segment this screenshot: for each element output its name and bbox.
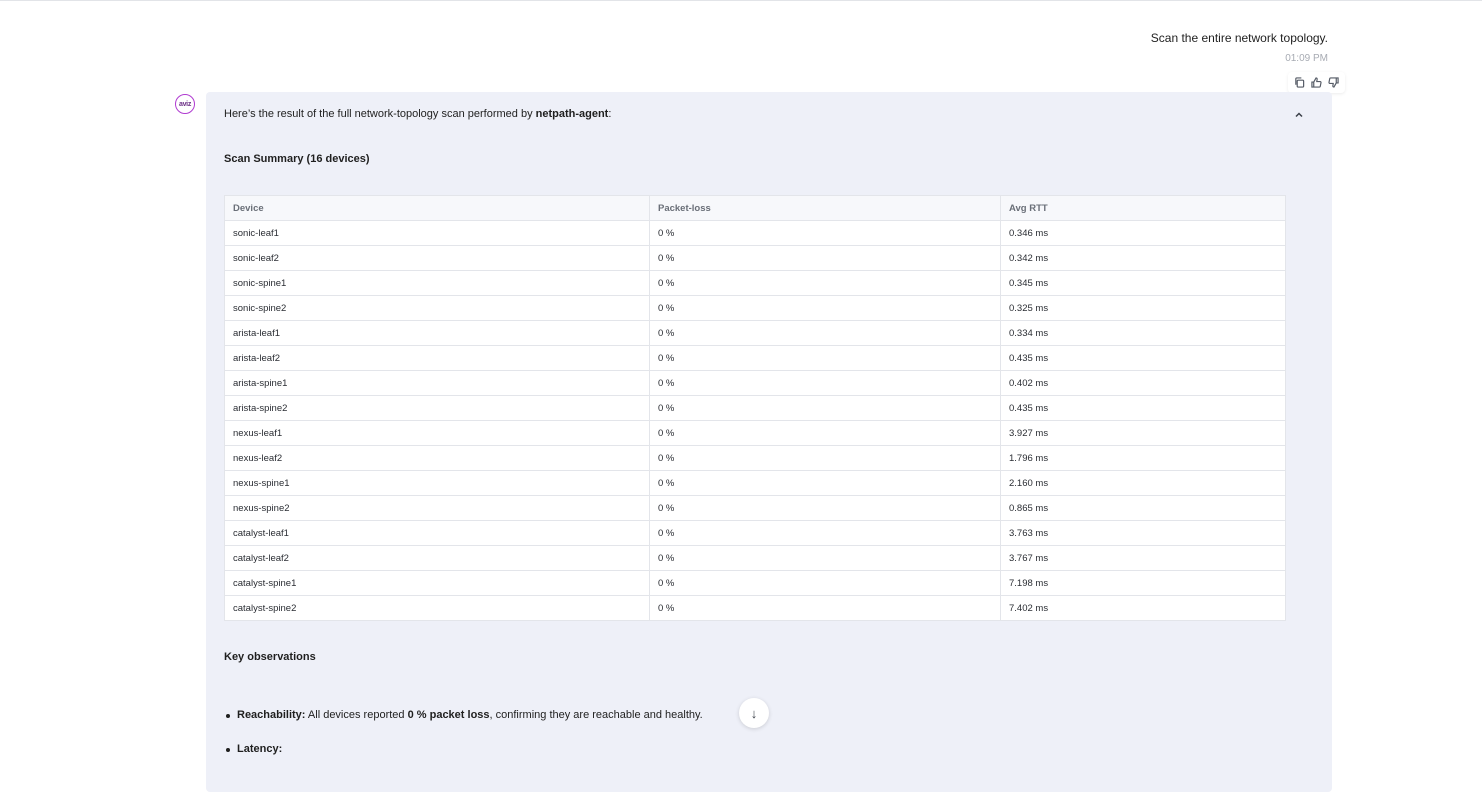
observation-label: Latency:	[237, 743, 283, 755]
cell-device: nexus-leaf1	[224, 420, 650, 446]
cell-packet-loss: 0 %	[649, 520, 1001, 546]
cell-device: catalyst-spine2	[224, 595, 650, 621]
cell-avg-rtt: 0.402 ms	[1000, 370, 1286, 396]
observation-highlight: 0 % packet loss	[407, 709, 490, 721]
cell-device: arista-spine2	[224, 395, 650, 421]
copy-icon	[1295, 77, 1305, 88]
table-row: nexus-leaf2 0 % 1.796 ms	[224, 445, 1286, 471]
table-row: arista-leaf2 0 % 0.435 ms	[224, 345, 1286, 371]
arrow-down-icon: ↓	[750, 705, 758, 721]
cell-device: sonic-leaf1	[224, 220, 650, 246]
cell-device: sonic-spine2	[224, 295, 650, 321]
cell-avg-rtt: 0.865 ms	[1000, 495, 1286, 521]
cell-packet-loss: 0 %	[649, 270, 1001, 296]
cell-packet-loss: 0 %	[649, 495, 1001, 521]
cell-device: nexus-leaf2	[224, 445, 650, 471]
table-row: nexus-spine2 0 % 0.865 ms	[224, 495, 1286, 521]
observation-label: Reachability:	[237, 709, 306, 721]
message-actions	[1288, 72, 1345, 93]
cell-avg-rtt: 0.342 ms	[1000, 245, 1286, 271]
cell-avg-rtt: 0.346 ms	[1000, 220, 1286, 246]
cell-avg-rtt: 0.325 ms	[1000, 295, 1286, 321]
cell-packet-loss: 0 %	[649, 420, 1001, 446]
copy-button[interactable]	[1291, 74, 1308, 91]
table-row: sonic-spine2 0 % 0.325 ms	[224, 295, 1286, 321]
table-row: arista-leaf1 0 % 0.334 ms	[224, 320, 1286, 346]
top-divider	[0, 0, 1482, 1]
scroll-down-button[interactable]: ↓	[739, 698, 769, 728]
table-row: nexus-leaf1 0 % 3.927 ms	[224, 420, 1286, 446]
table-row: catalyst-spine1 0 % 7.198 ms	[224, 570, 1286, 596]
cell-packet-loss: 0 %	[649, 395, 1001, 421]
cell-avg-rtt: 0.345 ms	[1000, 270, 1286, 296]
cell-device: sonic-spine1	[224, 270, 650, 296]
header-device: Device	[224, 195, 650, 221]
table-header-row: Device Packet-loss Avg RTT	[224, 195, 1286, 221]
scan-summary-table: Device Packet-loss Avg RTT sonic-leaf1 0 …	[224, 195, 1286, 621]
cell-avg-rtt: 7.198 ms	[1000, 570, 1286, 596]
header-avg-rtt: Avg RTT	[1000, 195, 1286, 221]
cell-avg-rtt: 0.334 ms	[1000, 320, 1286, 346]
dislike-button[interactable]	[1325, 74, 1342, 91]
like-button[interactable]	[1308, 74, 1325, 91]
cell-device: catalyst-leaf1	[224, 520, 650, 546]
cell-device: catalyst-spine1	[224, 570, 650, 596]
cell-avg-rtt: 7.402 ms	[1000, 595, 1286, 621]
observation-item: Latency:	[224, 742, 703, 756]
thumbs-down-icon	[1328, 77, 1339, 88]
table-row: sonic-spine1 0 % 0.345 ms	[224, 270, 1286, 296]
observations-list: Reachability: All devices reported 0 % p…	[224, 708, 703, 776]
cell-packet-loss: 0 %	[649, 220, 1001, 246]
chevron-up-icon	[1295, 112, 1303, 118]
cell-packet-loss: 0 %	[649, 245, 1001, 271]
cell-packet-loss: 0 %	[649, 295, 1001, 321]
cell-avg-rtt: 3.763 ms	[1000, 520, 1286, 546]
message-timestamp: 01:09 PM	[1285, 53, 1328, 64]
header-packet-loss: Packet-loss	[649, 195, 1001, 221]
cell-packet-loss: 0 %	[649, 320, 1001, 346]
cell-packet-loss: 0 %	[649, 570, 1001, 596]
table-row: nexus-spine1 0 % 2.160 ms	[224, 470, 1286, 496]
cell-packet-loss: 0 %	[649, 595, 1001, 621]
cell-packet-loss: 0 %	[649, 445, 1001, 471]
table-row: sonic-leaf2 0 % 0.342 ms	[224, 245, 1286, 271]
cell-device: arista-leaf2	[224, 345, 650, 371]
scan-summary-title: Scan Summary (16 devices)	[224, 153, 370, 165]
table-row: sonic-leaf1 0 % 0.346 ms	[224, 220, 1286, 246]
avatar-logo-text: aviz	[178, 100, 192, 108]
table-row: catalyst-spine2 0 % 7.402 ms	[224, 595, 1286, 621]
cell-device: sonic-leaf2	[224, 245, 650, 271]
cell-packet-loss: 0 %	[649, 470, 1001, 496]
agent-name: netpath-agent	[535, 108, 609, 120]
table-row: arista-spine2 0 % 0.435 ms	[224, 395, 1286, 421]
observation-item: Reachability: All devices reported 0 % p…	[224, 708, 703, 722]
cell-avg-rtt: 2.160 ms	[1000, 470, 1286, 496]
intro-text: Here’s the result of the full network-to…	[224, 108, 612, 120]
cell-avg-rtt: 0.435 ms	[1000, 345, 1286, 371]
assistant-avatar: aviz	[175, 94, 195, 114]
cell-device: catalyst-leaf2	[224, 545, 650, 571]
cell-avg-rtt: 3.927 ms	[1000, 420, 1286, 446]
key-observations-title: Key observations	[224, 651, 316, 663]
cell-device: nexus-spine1	[224, 470, 650, 496]
thumbs-up-icon	[1311, 77, 1322, 88]
table-row: catalyst-leaf2 0 % 3.767 ms	[224, 545, 1286, 571]
cell-packet-loss: 0 %	[649, 345, 1001, 371]
table-row: catalyst-leaf1 0 % 3.763 ms	[224, 520, 1286, 546]
cell-packet-loss: 0 %	[649, 545, 1001, 571]
table-row: arista-spine1 0 % 0.402 ms	[224, 370, 1286, 396]
assistant-message-card: Here’s the result of the full network-to…	[206, 92, 1332, 792]
collapse-button[interactable]	[1292, 108, 1306, 122]
cell-avg-rtt: 3.767 ms	[1000, 545, 1286, 571]
table-body: sonic-leaf1 0 % 0.346 ms sonic-leaf2 0 % 0.34…	[224, 220, 1286, 621]
cell-device: arista-leaf1	[224, 320, 650, 346]
cell-device: nexus-spine2	[224, 495, 650, 521]
user-message: Scan the entire network topology.	[1150, 31, 1328, 45]
cell-packet-loss: 0 %	[649, 370, 1001, 396]
cell-avg-rtt: 1.796 ms	[1000, 445, 1286, 471]
cell-avg-rtt: 0.435 ms	[1000, 395, 1286, 421]
cell-device: arista-spine1	[224, 370, 650, 396]
